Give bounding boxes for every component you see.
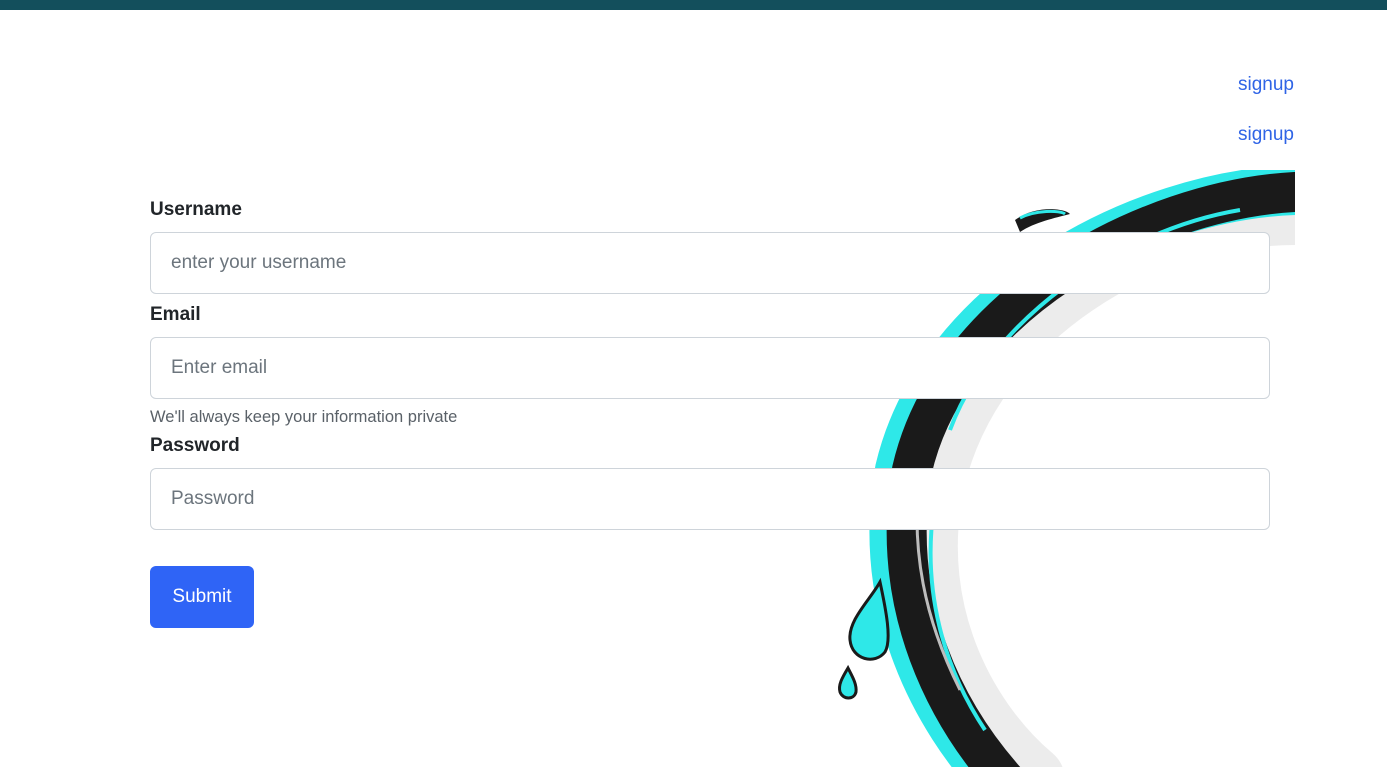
username-label: Username	[150, 199, 242, 220]
username-input[interactable]	[150, 232, 1270, 294]
email-help-text: We'll always keep your information priva…	[150, 408, 458, 426]
signup-link[interactable]: signup	[1238, 74, 1294, 96]
password-input[interactable]	[150, 468, 1270, 530]
password-label: Password	[150, 435, 240, 456]
signup-link-secondary[interactable]: signup	[1238, 124, 1294, 146]
email-label: Email	[150, 304, 201, 325]
submit-button[interactable]: Submit	[150, 566, 254, 628]
top-bar	[0, 0, 1387, 10]
email-input[interactable]	[150, 337, 1270, 399]
